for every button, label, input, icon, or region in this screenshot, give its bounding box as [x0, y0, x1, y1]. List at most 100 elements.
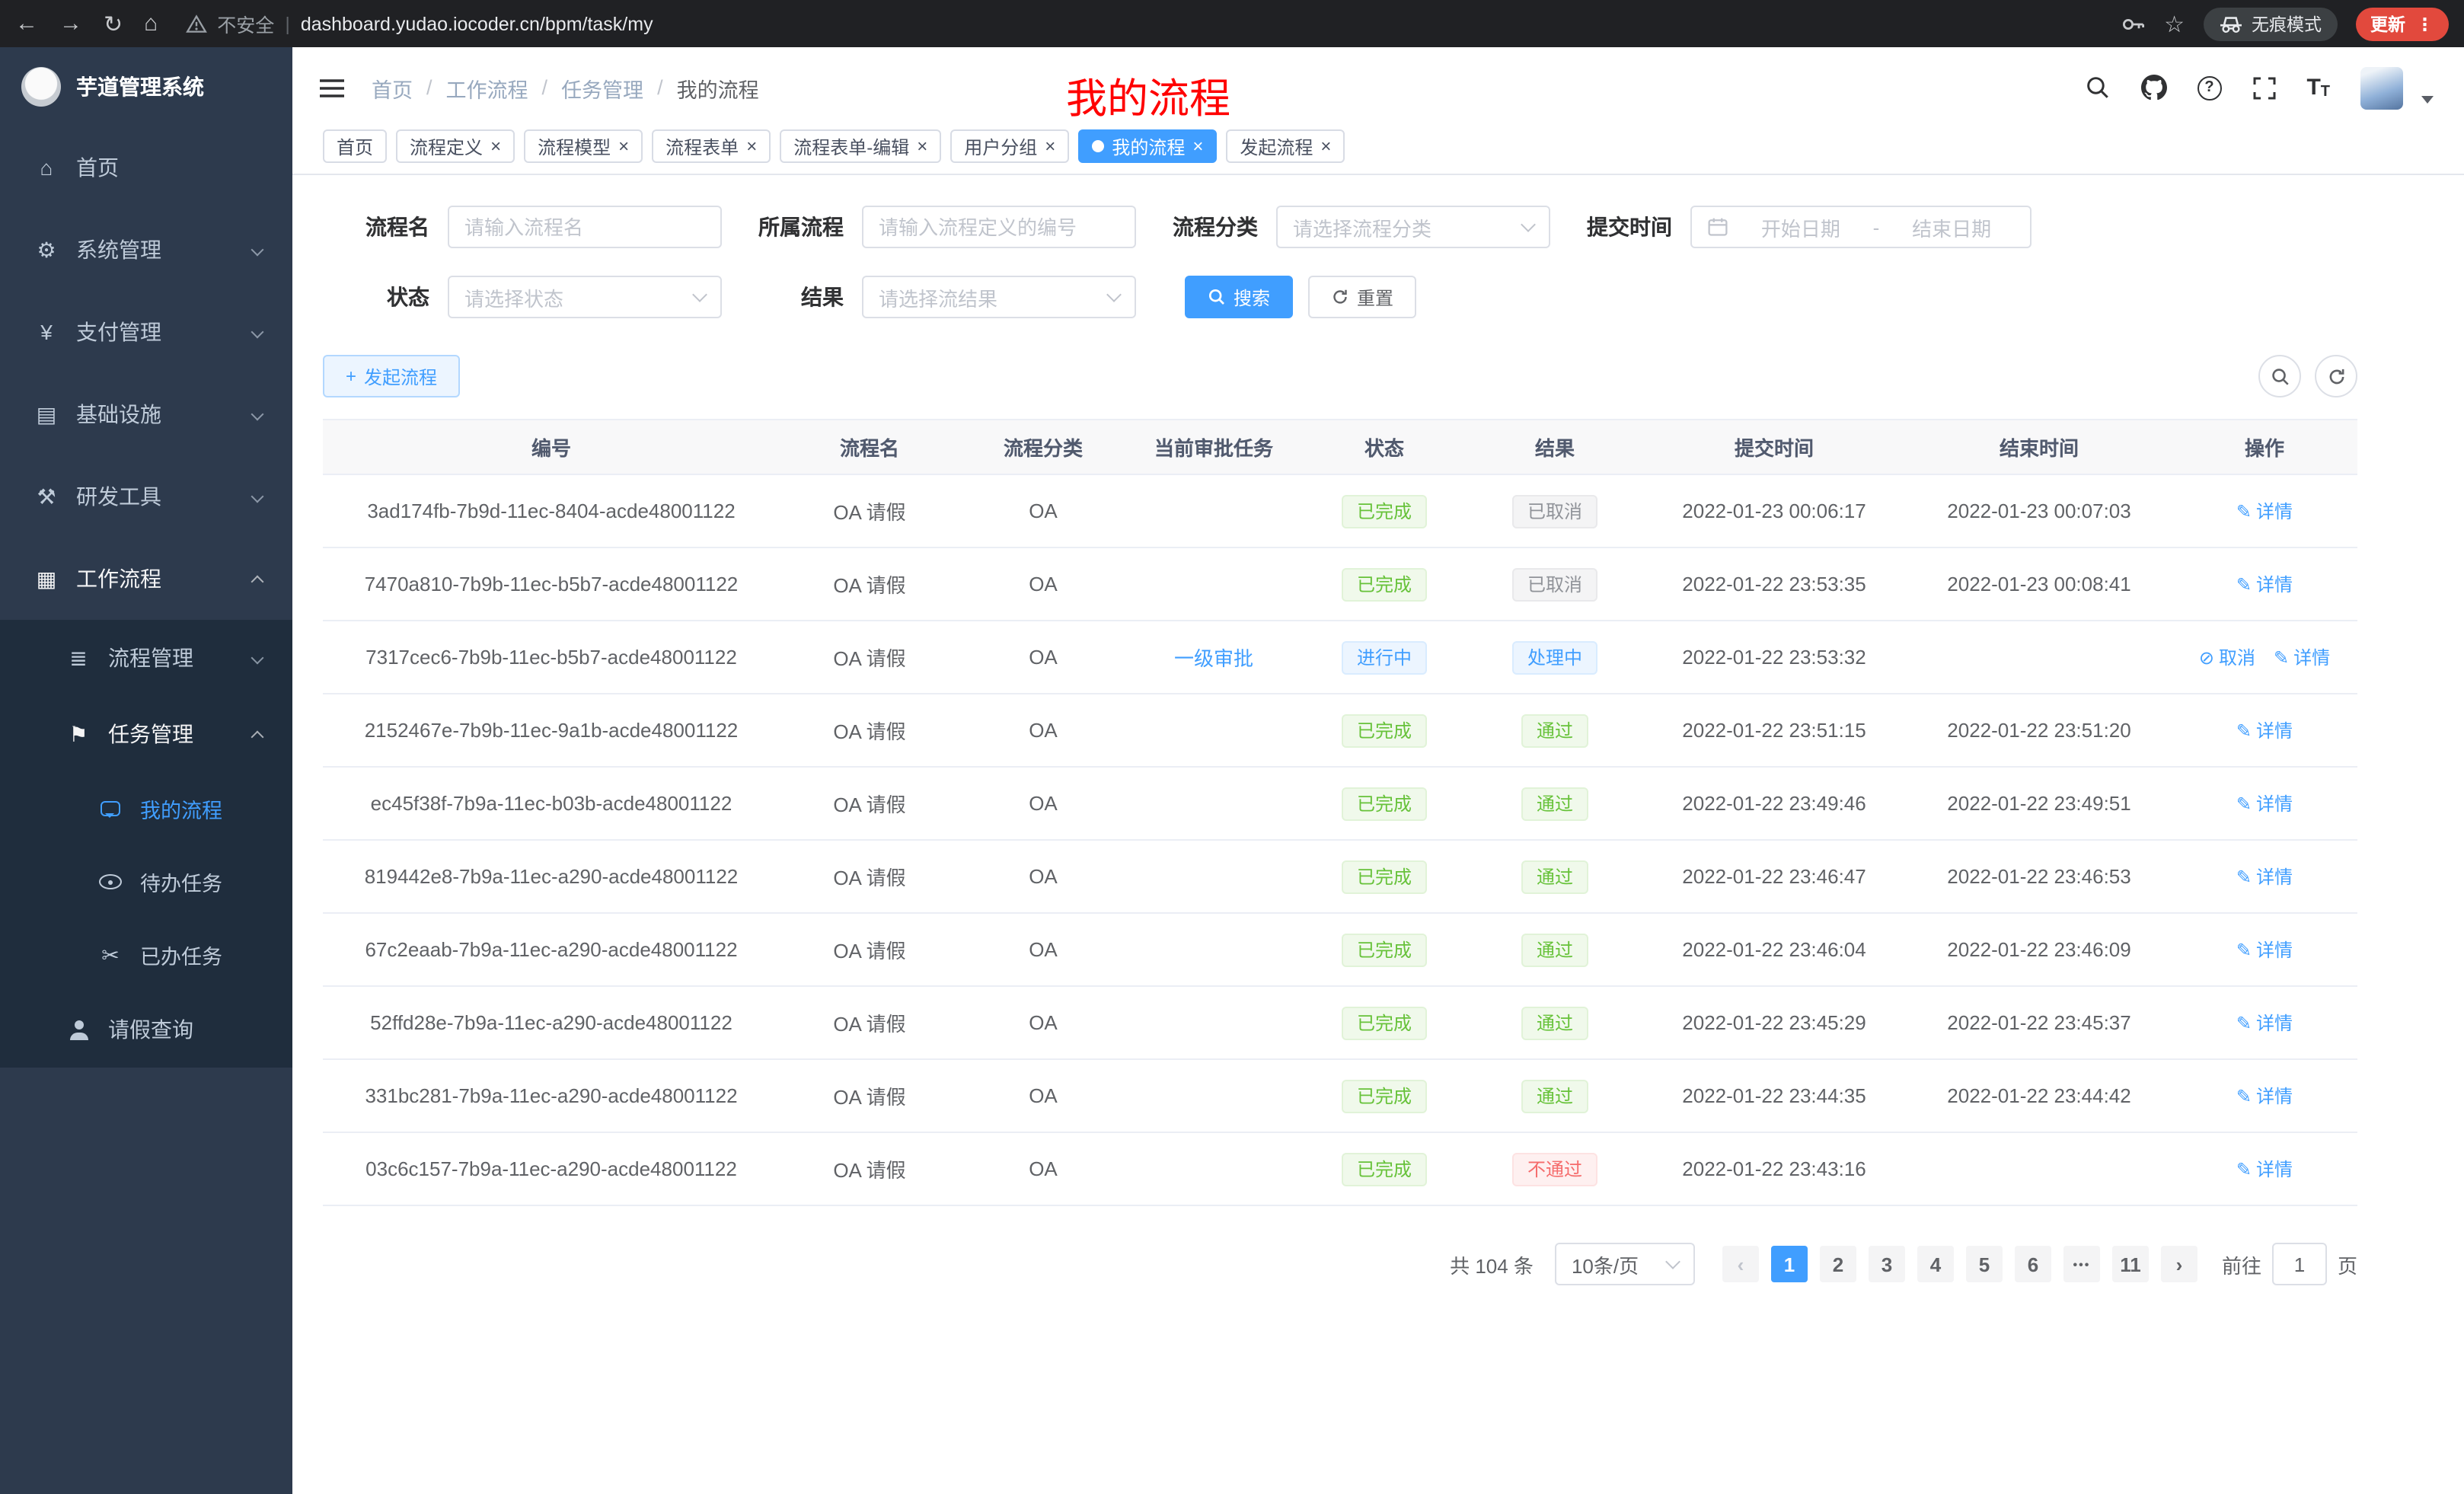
page-button[interactable]: 6 [2015, 1246, 2051, 1282]
process-definition-input[interactable] [862, 206, 1136, 248]
browser-home-button[interactable]: ⌂ [144, 11, 158, 37]
bookmark-star-icon[interactable]: ☆ [2164, 10, 2185, 37]
view-tab[interactable]: 用户分组 × [950, 129, 1069, 163]
prev-page-button[interactable]: ‹ [1722, 1246, 1759, 1282]
sidebar-item-process-management[interactable]: ≣ 流程管理 [0, 620, 292, 696]
close-icon[interactable]: × [1320, 137, 1331, 155]
sidebar-item-my-process[interactable]: 我的流程 [0, 772, 292, 845]
header-search-icon[interactable] [2084, 75, 2110, 101]
cell-submit-time: 2022-01-22 23:51:15 [1642, 719, 1907, 742]
view-tab[interactable]: 流程模型 × [524, 129, 643, 163]
next-page-button[interactable]: › [2161, 1246, 2197, 1282]
sidebar-item-system[interactable]: ⚙ 系统管理 [0, 209, 292, 291]
page-button[interactable]: 3 [1869, 1246, 1905, 1282]
page-button[interactable]: 5 [1966, 1246, 2003, 1282]
sidebar-item-leave-query[interactable]: 请假查询 [0, 991, 292, 1068]
page-button[interactable]: 2 [1820, 1246, 1856, 1282]
address-bar[interactable]: 不安全 | dashboard.yudao.iocoder.cn/bpm/tas… [185, 9, 2121, 38]
view-tab[interactable]: 流程表单-编辑 × [780, 129, 941, 163]
close-icon[interactable]: × [746, 137, 757, 155]
browser-forward-button[interactable]: → [59, 11, 82, 37]
sidebar-item-payment[interactable]: ¥ 支付管理 [0, 291, 292, 373]
avatar-caret-icon[interactable] [2421, 96, 2434, 104]
detail-link[interactable]: ✎ 详情 [2236, 1010, 2293, 1036]
result-select[interactable]: 请选择流结果 [862, 276, 1136, 318]
detail-link[interactable]: ✎ 详情 [2236, 790, 2293, 816]
detail-link[interactable]: ✎ 详情 [2236, 937, 2293, 962]
detail-link[interactable]: ✎ 详情 [2236, 571, 2293, 597]
cell-name: OA 请假 [780, 1008, 959, 1037]
view-tab[interactable]: 流程表单 × [652, 129, 771, 163]
submit-time-range-picker[interactable]: 开始日期 - 结束日期 [1690, 206, 2032, 248]
detail-link[interactable]: ✎ 详情 [2236, 864, 2293, 889]
browser-update-button[interactable]: 更新 ⋮ [2355, 7, 2449, 40]
sidebar-item-done-tasks[interactable]: ✂ 已办任务 [0, 918, 292, 991]
font-size-icon[interactable]: TT [2306, 75, 2330, 101]
breadcrumb-home[interactable]: 首页 [372, 72, 413, 103]
close-icon[interactable]: × [618, 137, 629, 155]
close-icon[interactable]: × [1192, 137, 1203, 155]
detail-link[interactable]: ✎ 详情 [2274, 644, 2330, 670]
create-process-button[interactable]: + 发起流程 [323, 355, 460, 397]
view-tab[interactable]: 发起流程 × [1226, 129, 1345, 163]
detail-link[interactable]: ✎ 详情 [2236, 1083, 2293, 1109]
sidebar-item-todo-tasks[interactable]: 待办任务 [0, 845, 292, 918]
table-header-row: 编号 流程名 流程分类 当前审批任务 状态 结果 提交时间 结束时间 操作 [323, 419, 2357, 475]
reset-button[interactable]: 重置 [1308, 276, 1416, 318]
github-icon[interactable] [2140, 75, 2166, 101]
sidebar-item-home[interactable]: ⌂ 首页 [0, 126, 292, 209]
detail-link[interactable]: ✎ 详情 [2236, 498, 2293, 524]
jump-page-input[interactable] [2272, 1243, 2327, 1285]
detail-link[interactable]: ✎ 详情 [2236, 717, 2293, 743]
sidebar-item-devtools[interactable]: ⚒ 研发工具 [0, 455, 292, 538]
table-row: 2152467e-7b9b-11ec-9a1b-acde48001122 OA … [323, 694, 2357, 768]
browser-back-button[interactable]: ← [15, 11, 38, 37]
page-button[interactable]: 1 [1771, 1246, 1808, 1282]
result-badge: 通过 [1521, 713, 1588, 747]
collapse-sidebar-button[interactable] [317, 75, 347, 100]
page-size-select[interactable]: 10条/页 [1555, 1243, 1695, 1285]
browser-reload-button[interactable]: ↻ [104, 10, 123, 37]
yen-icon: ¥ [34, 320, 59, 344]
category-select[interactable]: 请选择流程分类 [1276, 206, 1550, 248]
search-button[interactable]: 搜索 [1185, 276, 1293, 318]
breadcrumb-workflow[interactable]: 工作流程 [446, 72, 528, 103]
detail-link[interactable]: ✎ 详情 [2236, 1156, 2293, 1182]
incognito-icon [2218, 14, 2242, 33]
page-button[interactable]: ••• [2063, 1246, 2100, 1282]
breadcrumb-task-management[interactable]: 任务管理 [561, 72, 643, 103]
view-tab[interactable]: 流程定义 × [396, 129, 515, 163]
page-button[interactable]: 11 [2112, 1246, 2149, 1282]
help-icon[interactable]: ? [2197, 75, 2221, 100]
app-logo: 芋道管理系统 [0, 47, 292, 126]
sidebar-item-workflow[interactable]: ▦ 工作流程 [0, 538, 292, 620]
sidebar-item-infrastructure[interactable]: ▤ 基础设施 [0, 373, 292, 455]
browser-menu-icon[interactable]: ⋮ [2416, 13, 2434, 34]
result-badge: 通过 [1521, 860, 1588, 893]
task-link[interactable]: 一级审批 [1174, 643, 1253, 672]
range-separator: - [1873, 215, 1880, 238]
cancel-link[interactable]: ⊘ 取消 [2199, 644, 2255, 670]
cell-submit-time: 2022-01-23 00:06:17 [1642, 500, 1907, 522]
process-name-input[interactable] [448, 206, 722, 248]
fullscreen-icon[interactable] [2252, 75, 2276, 100]
user-avatar[interactable] [2360, 66, 2403, 109]
toggle-search-button[interactable] [2258, 355, 2301, 397]
incognito-badge: 无痕模式 [2203, 7, 2337, 40]
status-badge: 已完成 [1342, 787, 1427, 820]
close-icon[interactable]: × [917, 137, 927, 155]
tool-icon: ⚒ [34, 484, 59, 509]
edit-icon: ✎ [2236, 573, 2252, 595]
view-tab[interactable]: 首页 × [323, 129, 387, 163]
cell-id: 2152467e-7b9b-11ec-9a1b-acde48001122 [323, 719, 780, 742]
password-key-icon[interactable] [2121, 11, 2146, 36]
view-tab[interactable]: 我的流程 × [1078, 129, 1217, 163]
cell-id: 03c6c157-7b9a-11ec-a290-acde48001122 [323, 1157, 780, 1180]
refresh-button[interactable] [2315, 355, 2357, 397]
cell-operations: ⊘ 取消 ✎ 详情 [2172, 1010, 2357, 1036]
status-select[interactable]: 请选择状态 [448, 276, 722, 318]
sidebar-item-task-management[interactable]: ⚑ 任务管理 [0, 696, 292, 772]
page-button[interactable]: 4 [1917, 1246, 1954, 1282]
close-icon[interactable]: × [490, 137, 501, 155]
close-icon[interactable]: × [1045, 137, 1055, 155]
